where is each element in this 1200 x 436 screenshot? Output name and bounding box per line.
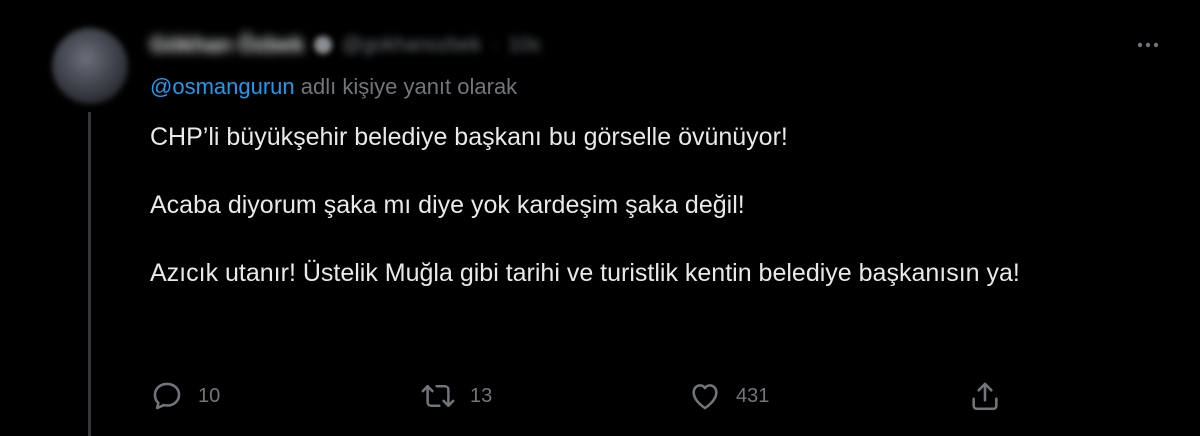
retweet-count: 13 — [470, 384, 493, 407]
reply-count: 10 — [198, 384, 221, 407]
timestamp[interactable]: 10s — [508, 34, 540, 57]
thread-line — [88, 112, 91, 436]
more-options-button[interactable] — [1128, 30, 1168, 60]
tweet-text: CHP’li büyükşehir belediye başkanı bu gö… — [150, 120, 1160, 290]
tweet-header: Gökhan Özbek @gokhanozbek · 10s — [150, 30, 540, 60]
tweet-paragraph: Acaba diyorum şaka mı diye yok kardeşim … — [150, 191, 745, 219]
like-button[interactable]: 431 — [688, 378, 769, 414]
more-horizontal-icon — [1136, 41, 1160, 49]
reply-context-label: adlı kişiye yanıt olarak — [294, 74, 518, 99]
heart-icon — [688, 379, 722, 413]
action-bar: 10 13 431 — [150, 378, 1010, 414]
share-button[interactable] — [968, 378, 1002, 414]
author-name[interactable]: Gökhan Özbek — [150, 32, 304, 58]
reply-button[interactable]: 10 — [150, 378, 220, 414]
retweet-arrows-icon — [420, 379, 456, 413]
author-handle[interactable]: @gokhanozbek — [342, 34, 481, 57]
reply-context: @osmangurun adlı kişiye yanıt olarak — [150, 74, 517, 100]
retweet-button[interactable]: 13 — [420, 378, 492, 414]
separator-dot: · — [491, 33, 499, 56]
verified-badge-icon — [314, 36, 333, 54]
share-upload-icon — [968, 379, 1002, 413]
like-count: 431 — [736, 384, 770, 407]
reply-bubble-icon — [150, 379, 184, 413]
mention-link[interactable]: @osmangurun — [150, 74, 295, 99]
tweet[interactable]: Gökhan Özbek @gokhanozbek · 10s @osmangu… — [0, 0, 1200, 436]
tweet-paragraph: Azıcık utanır! Üstelik Muğla gibi tarihi… — [150, 259, 1020, 287]
avatar[interactable] — [52, 28, 128, 104]
tweet-paragraph: CHP’li büyükşehir belediye başkanı bu gö… — [150, 123, 788, 151]
